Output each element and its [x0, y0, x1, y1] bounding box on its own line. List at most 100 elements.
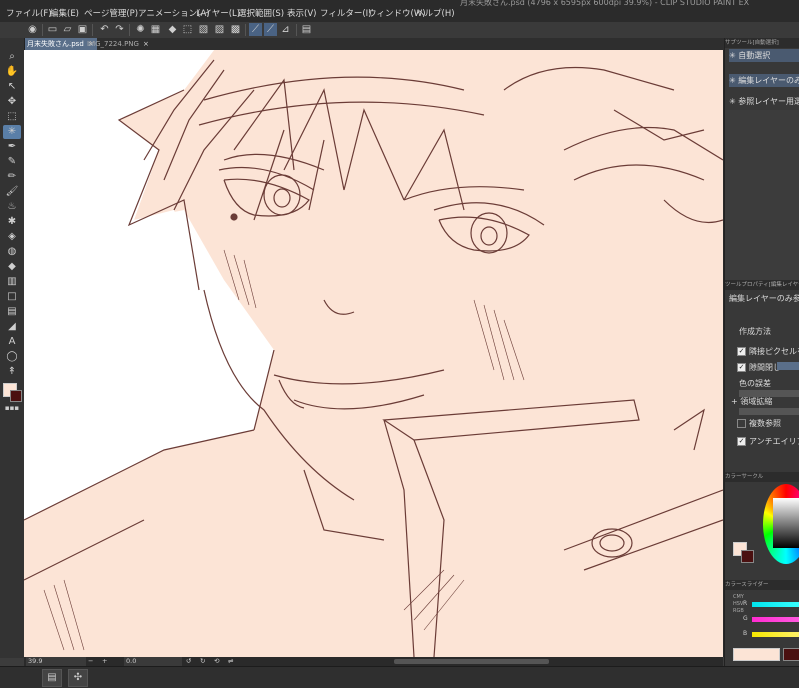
snap-ruler-icon[interactable]: ⟋ — [249, 23, 262, 36]
pen-icon[interactable]: ✎ — [3, 155, 21, 169]
adjacent-pixels-option[interactable]: ✓隣接ピクセルをたどる — [737, 346, 799, 357]
zoom-out-button[interactable]: − — [88, 657, 93, 666]
zoom-in-button[interactable]: + — [102, 657, 107, 666]
channel-b-slider[interactable] — [752, 632, 799, 637]
brush-icon[interactable]: 🖌 — [3, 185, 21, 199]
rotate-left-icon[interactable]: ↺ — [186, 657, 191, 666]
subtool-panel-header: サブツール[自動選択] — [725, 38, 799, 48]
antialias-option[interactable]: ✓アンチエイリアス — [737, 436, 799, 447]
menu-layer[interactable]: レイヤー(L) — [195, 7, 240, 19]
menu-help[interactable]: ヘルプ(H) — [416, 7, 455, 19]
tab-close-icon[interactable]: × — [143, 40, 149, 48]
hand-icon[interactable]: ✋ — [3, 65, 21, 79]
area-scaling-option[interactable]: + 領域拡縮 — [731, 396, 772, 407]
horizontal-scrollbar[interactable] — [394, 659, 549, 664]
selection-icon[interactable]: ⬚ — [3, 110, 21, 124]
snap-line-icon[interactable]: ⟋ — [264, 23, 277, 36]
color-tolerance-label: 色の誤差 — [739, 379, 771, 388]
rotate-right-icon[interactable]: ↻ — [200, 657, 205, 666]
menu-filter[interactable]: フィルター(I) — [320, 7, 371, 19]
checkbox[interactable]: ✓ — [737, 363, 746, 372]
menu-selection[interactable]: 選択範囲(S) — [238, 7, 284, 19]
color-mode-tabs[interactable]: CMY HSV RGB — [733, 594, 744, 642]
area-scaling-slider[interactable] — [739, 408, 799, 415]
show-selection-icon[interactable]: ▩ — [229, 23, 242, 36]
reset-rotation-icon[interactable]: ⟲ — [214, 657, 219, 666]
layer-panel-toggle-icon[interactable]: ▤ — [42, 669, 62, 687]
redo-icon[interactable]: ↷ — [113, 23, 126, 36]
loading-icon[interactable]: ✺ — [134, 23, 147, 36]
separator — [296, 24, 297, 36]
checkbox[interactable]: ✓ — [737, 437, 746, 446]
line-art-illustration — [24, 50, 723, 657]
invert-selection-icon[interactable]: ▨ — [213, 23, 226, 36]
navigator-toggle-icon[interactable]: ✣ — [68, 669, 88, 687]
gap-closing-slider[interactable] — [777, 362, 799, 370]
window-title: 月末失敗さん.psd (4796 x 6595px 600dpi 39.9%) … — [460, 0, 750, 7]
correct-line-icon[interactable]: ↟ — [3, 365, 21, 379]
multiple-reference-option[interactable]: 複数参照 — [737, 418, 781, 429]
frame-icon[interactable]: ▤ — [3, 305, 21, 319]
figure-icon[interactable]: □ — [3, 290, 21, 304]
deselect-icon[interactable]: ▧ — [197, 23, 210, 36]
gradient-icon[interactable]: ▥ — [3, 275, 21, 289]
text-icon[interactable]: A — [3, 335, 21, 349]
transparent-color-icon[interactable]: ▪▪▪ — [3, 401, 21, 415]
separator — [42, 24, 43, 36]
flip-icon[interactable]: ⇌ — [228, 657, 233, 666]
menu-view[interactable]: 表示(V) — [287, 7, 316, 19]
sub-color-swatch[interactable] — [741, 550, 754, 563]
undo-icon[interactable]: ↶ — [98, 23, 111, 36]
rotation-value[interactable]: 0.0 — [124, 657, 182, 666]
subtool-empty-area — [725, 110, 799, 280]
fill-bucket-icon[interactable]: ◆ — [3, 260, 21, 274]
zoom-icon[interactable]: ⌕ — [3, 50, 21, 64]
eraser-icon[interactable]: ◈ — [3, 230, 21, 244]
canvas[interactable] — [24, 50, 723, 657]
fill-icon[interactable]: ◆ — [166, 23, 179, 36]
move-layer-icon[interactable]: ✥ — [3, 95, 21, 109]
color-square[interactable] — [773, 498, 799, 548]
subtool-item-auto-select[interactable]: ✳ 自動選択 — [729, 49, 799, 62]
bottom-bar: ▤ ✣ — [0, 666, 799, 688]
menu-edit[interactable]: 編集(E) — [50, 7, 79, 19]
open-file-icon[interactable]: ▱ — [61, 23, 74, 36]
channel-g-slider[interactable] — [752, 617, 799, 622]
decoration-icon[interactable]: ✱ — [3, 215, 21, 229]
pencil-icon[interactable]: ✏ — [3, 170, 21, 184]
menu-page[interactable]: ページ管理(P) — [84, 7, 138, 19]
clear-icon[interactable]: ▦ — [149, 23, 162, 36]
save-icon[interactable]: ▣ — [76, 23, 89, 36]
zoom-value[interactable]: 39.9 — [26, 657, 86, 666]
blend-icon[interactable]: ◍ — [3, 245, 21, 259]
transform-icon[interactable]: ⬚ — [181, 23, 194, 36]
right-panels: サブツール[自動選択] ✳ 自動選択 ✳ 編集レイヤーのみ参照 ✳ 参照レイヤー… — [724, 38, 799, 666]
clip-studio-icon[interactable]: ◉ — [26, 23, 39, 36]
checkbox[interactable]: ✓ — [737, 347, 746, 356]
ruler-icon[interactable]: ▤ — [300, 23, 313, 36]
color-slider-header: カラースライダー — [725, 580, 799, 590]
close-gap-option[interactable]: ✓ 隙間閉じ — [737, 362, 781, 373]
channel-g-label: G — [743, 615, 748, 622]
canvas-status-bar: 39.9 − + 0.0 ↺ ↻ ⟲ ⇌ — [24, 657, 723, 666]
channel-r-slider[interactable] — [752, 602, 799, 607]
subtool-item-reference-layer[interactable]: ✳ 参照レイヤー用選択 — [729, 95, 799, 108]
current-color-preview — [733, 648, 780, 661]
separator — [129, 24, 130, 36]
operation-icon[interactable]: ↖ — [3, 80, 21, 94]
menu-file[interactable]: ファイル(F) — [6, 7, 52, 19]
tab-document-png[interactable]: IMG_7224.PNG × — [84, 38, 152, 50]
menu-bar: 月末失敗さん.psd (4796 x 6595px 600dpi 39.9%) … — [0, 0, 799, 23]
checkbox[interactable] — [737, 419, 746, 428]
eyedropper-icon[interactable]: ✒ — [3, 140, 21, 154]
snap-grid-icon[interactable]: ⊿ — [279, 23, 292, 36]
new-file-icon[interactable]: ▭ — [46, 23, 59, 36]
subtool-item-edit-layer-only[interactable]: ✳ 編集レイヤーのみ参照 — [729, 74, 799, 87]
ruler-tool-icon[interactable]: ◢ — [3, 320, 21, 334]
balloon-icon[interactable]: ◯ — [3, 350, 21, 364]
auto-select-icon[interactable]: ✳ — [3, 125, 21, 139]
separator — [92, 24, 93, 36]
airbrush-icon[interactable]: ♨ — [3, 200, 21, 214]
tool-property-header: ツールプロパティ[編集レイヤーのみ参照] — [725, 280, 799, 290]
tool-palette: ⌕ ✋ ↖ ✥ ⬚ ✳ ✒ ✎ ✏ 🖌 ♨ ✱ ◈ ◍ ◆ ▥ □ ▤ ◢ A … — [0, 38, 25, 658]
